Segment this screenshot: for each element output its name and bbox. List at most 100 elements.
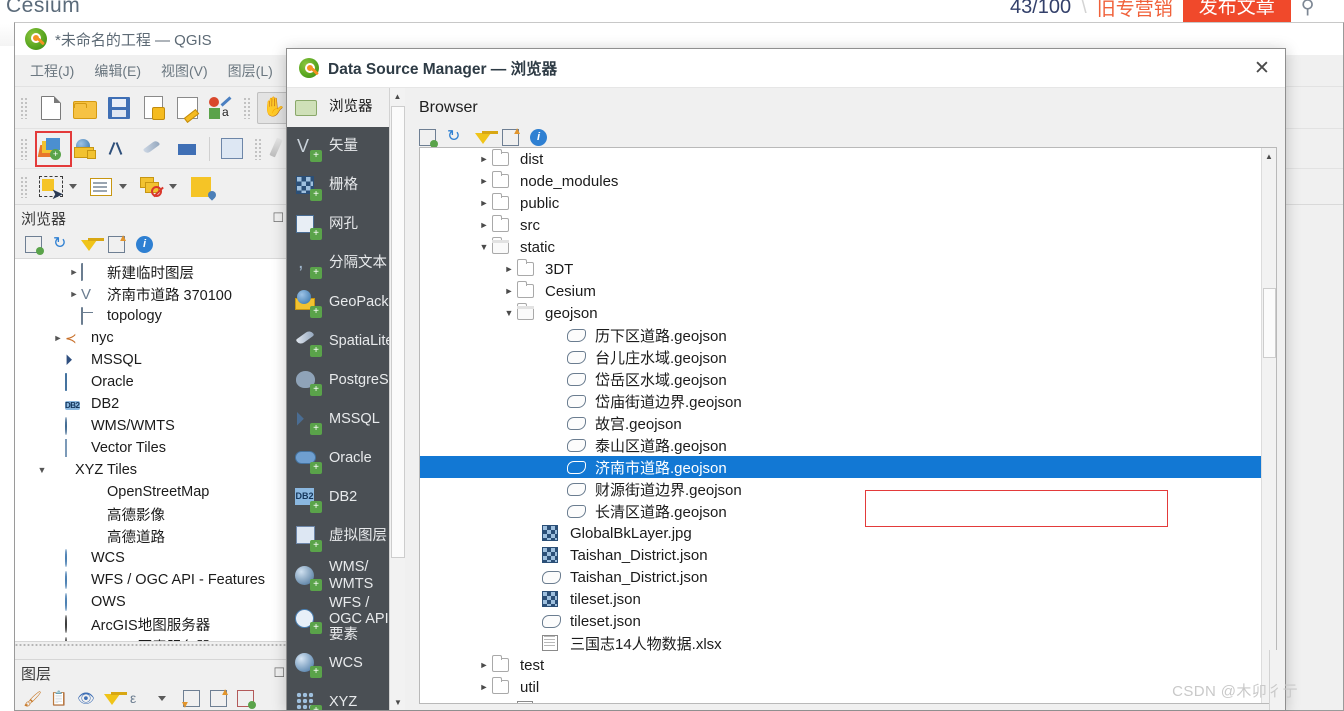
file-tree-row[interactable]: tileset.json xyxy=(420,610,1261,632)
new-spatialite-layer-icon[interactable] xyxy=(136,133,170,165)
file-tree-row[interactable]: 三国志14人物数据.xlsx xyxy=(420,632,1261,654)
toolbar-grip-4[interactable] xyxy=(254,137,263,160)
file-tree-row[interactable]: ► dist xyxy=(420,148,1261,170)
file-tree-row[interactable]: 历下区道路.geojson xyxy=(420,324,1261,346)
add-layer-icon-2[interactable] xyxy=(419,128,438,148)
add-layer-icon[interactable] xyxy=(25,236,44,255)
browser-dock-tree[interactable]: ► 新建临时图层 ► V 济南市道路 370100 topology ► ≺ nyc ⏵ MSSQL… xyxy=(15,259,290,647)
dialog-sidebar-item-xyz[interactable]: + XYZ xyxy=(287,683,405,710)
new-virtual-layer-icon[interactable] xyxy=(215,133,249,165)
dialog-sidebar-item-mesh[interactable]: + 网孔 xyxy=(287,205,405,244)
browser-tree-item[interactable]: ► V 济南市道路 370100 xyxy=(15,283,290,305)
dialog-sidebar-item-virtual-layer[interactable]: + 虚拟图层 xyxy=(287,517,405,556)
file-tree-row[interactable]: Taishan_District.json xyxy=(420,566,1261,588)
dock-splitter-handle[interactable] xyxy=(15,641,290,647)
browser-tree-item[interactable]: Vector Tiles xyxy=(15,437,290,459)
dialog-sidebar-item-wms[interactable]: + WMS/ WMTS xyxy=(287,556,405,595)
dialog-sidebar-item-mssql[interactable]: ⏵ + MSSQL xyxy=(287,400,405,439)
scroll-down-icon[interactable]: ▼ xyxy=(390,694,405,710)
browser-tree-item[interactable]: ⏵ MSSQL xyxy=(15,349,290,371)
collapse-all-icon-2[interactable] xyxy=(210,687,230,707)
search-icon[interactable]: ⚲ xyxy=(1301,0,1315,19)
chevron-right-icon[interactable]: ► xyxy=(67,289,81,299)
menu-project[interactable]: 工程(J) xyxy=(21,57,83,85)
chevron-right-icon[interactable]: ► xyxy=(476,154,492,164)
dialog-sidebar-item-geopackage[interactable]: + GeoPackage xyxy=(287,283,405,322)
browser-tree-item[interactable]: ► ≺ nyc xyxy=(15,327,290,349)
chevron-right-icon[interactable]: ► xyxy=(476,220,492,230)
file-tree-row[interactable]: ► Cesium xyxy=(420,280,1261,302)
toolbar-grip[interactable] xyxy=(20,96,29,119)
open-attribute-table-icon[interactable] xyxy=(84,171,118,203)
chevron-down-icon-2[interactable] xyxy=(69,184,77,189)
deselect-features-icon[interactable] xyxy=(134,171,168,203)
file-tree-row[interactable]: ► public xyxy=(420,192,1261,214)
open-project-icon[interactable] xyxy=(68,92,102,124)
dialog-sidebar-item-spatialite[interactable]: + SpatiaLite xyxy=(287,322,405,361)
chevron-right-icon[interactable]: ► xyxy=(476,682,492,692)
remove-layer-icon[interactable] xyxy=(237,690,256,709)
file-tree-row[interactable]: ► src xyxy=(420,214,1261,236)
browser-tree-item[interactable]: WFS / OGC API - Features xyxy=(15,569,290,591)
visibility-icon[interactable]: 👁 xyxy=(77,690,95,707)
chevron-down-icon-5[interactable] xyxy=(158,696,166,701)
browser-tree-item[interactable]: ▼ XYZ Tiles xyxy=(15,459,290,481)
file-tree-row[interactable]: </> index.html xyxy=(420,698,1261,703)
info-icon-2[interactable]: i xyxy=(530,128,547,146)
browser-tree-item[interactable]: topology xyxy=(15,305,290,327)
scrollbar-thumb[interactable] xyxy=(391,106,405,558)
dialog-sidebar-item-vector[interactable]: V + 矢量 xyxy=(287,127,405,166)
file-tree-row[interactable]: ► util xyxy=(420,676,1261,698)
new-print-layout-icon[interactable] xyxy=(170,92,204,124)
dialog-sidebar-item-delimited-text[interactable]: , + 分隔文本 xyxy=(287,244,405,283)
file-tree-row[interactable]: ► 3DT xyxy=(420,258,1261,280)
browser-tree-item[interactable]: OWS xyxy=(15,591,290,613)
browser-tree-item[interactable]: Oracle xyxy=(15,371,290,393)
open-data-source-manager-icon[interactable]: + xyxy=(34,133,68,165)
scroll-up-icon[interactable]: ▲ xyxy=(390,88,405,104)
file-tree-scrollbar[interactable]: ▲ xyxy=(1261,148,1276,703)
dialog-sidebar-item-db2[interactable]: DB2 + DB2 xyxy=(287,478,405,517)
dialog-sidebar-scrollbar[interactable]: ▲ ▼ xyxy=(389,88,405,710)
info-icon[interactable]: i xyxy=(136,236,153,253)
close-icon[interactable]: ✕ xyxy=(1239,49,1285,88)
file-tree-row[interactable]: tileset.json xyxy=(420,588,1261,610)
browser-tree-item[interactable]: ► 新建临时图层 xyxy=(15,261,290,283)
chevron-down-icon[interactable]: ▼ xyxy=(35,465,49,475)
browser-tree-item[interactable]: WCS xyxy=(15,547,290,569)
chevron-right-icon[interactable]: ► xyxy=(67,267,81,277)
dialog-sidebar-item-wcs[interactable]: + WCS xyxy=(287,644,405,683)
toolbar-grip-3[interactable] xyxy=(20,137,29,160)
dialog-sidebar-item-raster[interactable]: + 栅格 xyxy=(287,166,405,205)
chevron-right-icon[interactable]: ► xyxy=(51,333,65,343)
menu-layer[interactable]: 图层(L) xyxy=(219,57,282,85)
dialog-sidebar-item-postgres[interactable]: + PostgreSQL xyxy=(287,361,405,400)
copy-style-icon[interactable]: 📋 xyxy=(50,690,67,707)
dialog-sidebar-item-wfs[interactable]: + WFS / OGC API - 要素 xyxy=(287,595,405,644)
browser-tree-item[interactable]: DB2 DB2 xyxy=(15,393,290,415)
file-tree-row[interactable]: ▼ geojson xyxy=(420,302,1261,324)
chevron-right-icon[interactable]: ► xyxy=(476,660,492,670)
background-link[interactable]: 旧专营销 xyxy=(1097,0,1173,21)
file-tree-row[interactable]: ▼ static xyxy=(420,236,1261,258)
file-tree-row[interactable]: 长清区道路.geojson xyxy=(420,500,1261,522)
toolbar-grip-2[interactable] xyxy=(243,96,252,119)
new-geopackage-layer-icon[interactable] xyxy=(68,133,102,165)
file-tree-row[interactable]: 泰山区道路.geojson xyxy=(420,434,1261,456)
file-tree-row[interactable]: 岱岳区水域.geojson xyxy=(420,368,1261,390)
file-tree-row[interactable]: ► node_modules xyxy=(420,170,1261,192)
file-tree-row[interactable]: Taishan_District.json xyxy=(420,544,1261,566)
refresh-icon[interactable]: ↻ xyxy=(53,236,70,253)
new-project-icon[interactable] xyxy=(34,92,68,124)
dialog-sidebar-item-browser[interactable]: 浏览器 xyxy=(287,88,405,127)
browser-tree-item[interactable]: 高德道路 xyxy=(15,525,290,547)
file-tree-row-selected[interactable]: 济南市道路.geojson xyxy=(420,456,1261,478)
collapse-all-icon-3[interactable] xyxy=(502,126,522,146)
file-tree-row[interactable]: 岱庙街道边界.geojson xyxy=(420,390,1261,412)
scroll-up-icon-2[interactable]: ▲ xyxy=(1262,148,1276,164)
scrollbar-thumb-2[interactable] xyxy=(1263,288,1276,358)
chevron-down-icon[interactable]: ▼ xyxy=(476,242,492,252)
toolbar-grip-5[interactable] xyxy=(20,175,29,198)
chevron-right-icon[interactable]: ► xyxy=(476,198,492,208)
chevron-down-icon-4[interactable] xyxy=(169,184,177,189)
